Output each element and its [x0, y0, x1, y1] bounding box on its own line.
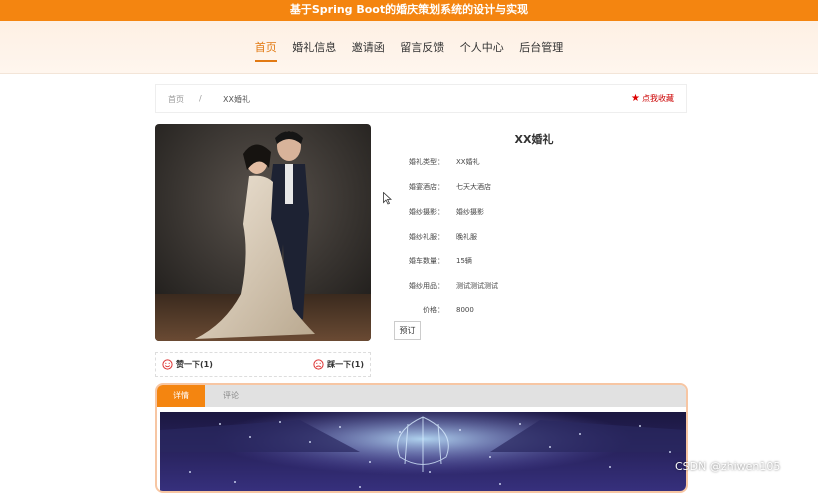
nav-item-home[interactable]: 首页	[254, 39, 277, 62]
breadcrumb-current: XX婚礼	[223, 95, 250, 104]
field-dress: 婚纱礼服： 晚礼服	[398, 232, 477, 242]
site-title-bar: 基于Spring Boot的婚庆策划系统的设计与实现	[0, 0, 818, 21]
field-value: 测试测试测试	[456, 282, 498, 290]
tabs-header: 详情 评论	[157, 385, 686, 407]
field-label: 婚纱用品：	[409, 282, 444, 290]
breadcrumb-separator: /	[199, 94, 202, 103]
mouse-cursor-icon	[383, 190, 393, 209]
csdn-watermark: CSDN @zhiwen105	[675, 460, 781, 473]
field-label: 婚车数量：	[409, 257, 444, 265]
vote-bar: 赞一下(1) 踩一下(1)	[155, 352, 371, 377]
field-value: 婚纱摄影	[456, 208, 484, 216]
nav-item-wedding-info[interactable]: 婚礼信息	[292, 39, 336, 60]
tab-comments[interactable]: 评论	[207, 385, 255, 407]
field-label: 价格：	[423, 306, 444, 314]
tab-details[interactable]: 详情	[157, 385, 205, 407]
site-title: 基于Spring Boot的婚庆策划系统的设计与实现	[289, 3, 529, 16]
field-price: 价格： 8000	[398, 305, 474, 315]
field-label: 婚宴酒店：	[409, 183, 444, 191]
frown-icon	[313, 359, 324, 370]
field-photography: 婚纱摄影： 婚纱摄影	[398, 207, 484, 217]
field-supplies: 婚纱用品： 测试测试测试	[398, 281, 498, 291]
favorite-label: 点我收藏	[642, 94, 674, 103]
detail-tabs-panel: 详情 评论	[155, 383, 688, 493]
like-button[interactable]: 赞一下(1)	[162, 359, 213, 370]
field-car-count: 婚车数量： 15辆	[398, 256, 472, 266]
nav-item-invitation[interactable]: 邀请函	[352, 39, 385, 60]
book-button[interactable]: 预订	[394, 321, 421, 340]
field-hotel: 婚宴酒店： 七天大酒店	[398, 182, 491, 192]
star-icon: ★	[631, 93, 640, 104]
field-value: XX婚礼	[456, 158, 480, 166]
nav-item-user-center[interactable]: 个人中心	[460, 39, 504, 60]
venue-image	[160, 412, 686, 491]
wedding-photo	[155, 124, 371, 341]
favorite-button[interactable]: ★ 点我收藏	[631, 93, 674, 104]
field-label: 婚礼类型：	[409, 158, 444, 166]
nav-item-admin[interactable]: 后台管理	[519, 39, 563, 60]
field-label: 婚纱礼服：	[409, 233, 444, 241]
breadcrumb: 首页 / XX婚礼 ★ 点我收藏	[155, 84, 687, 113]
detail-title: XX婚礼	[514, 133, 554, 146]
field-value: 15辆	[456, 257, 472, 265]
smile-icon	[162, 359, 173, 370]
field-value: 晚礼服	[456, 233, 477, 241]
field-label: 婚纱摄影：	[409, 208, 444, 216]
breadcrumb-home-link[interactable]: 首页	[168, 94, 184, 105]
nav-item-feedback[interactable]: 留言反馈	[400, 39, 444, 60]
main-nav: 首页 婚礼信息 邀请函 留言反馈 个人中心 后台管理	[0, 21, 818, 74]
field-value: 七天大酒店	[456, 183, 491, 191]
dislike-button[interactable]: 踩一下(1)	[313, 359, 364, 370]
field-wedding-type: 婚礼类型： XX婚礼	[398, 157, 480, 167]
dislike-label: 踩一下(1)	[327, 360, 364, 369]
field-value: 8000	[456, 306, 474, 314]
like-label: 赞一下(1)	[176, 360, 213, 369]
